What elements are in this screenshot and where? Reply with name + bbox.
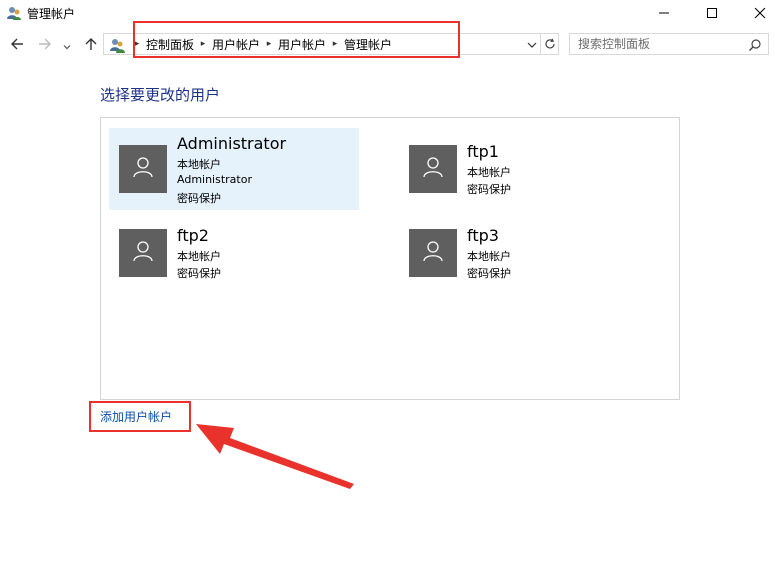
control-panel-users-icon	[108, 36, 126, 54]
user-icon	[131, 239, 155, 267]
user-name: Administrator	[177, 134, 287, 153]
user-name: ftp1	[467, 142, 499, 161]
maximize-button[interactable]	[689, 0, 735, 26]
arrow-right-icon	[38, 36, 52, 55]
user-icon	[421, 155, 445, 183]
user-list-panel: Administrator 本地帐户 Administrator 密码保护 ft…	[100, 117, 680, 400]
page-title: 选择要更改的用户	[100, 86, 221, 104]
close-icon	[754, 4, 766, 23]
search-input[interactable]	[578, 36, 738, 52]
user-type: 本地帐户	[467, 166, 511, 179]
user-tile-ftp2[interactable]: ftp2 本地帐户 密码保护	[109, 212, 359, 294]
search-icon[interactable]	[748, 37, 762, 51]
user-name: ftp2	[177, 226, 209, 245]
user-type: 本地帐户	[467, 250, 511, 263]
up-button[interactable]	[82, 36, 100, 54]
user-password-status: 密码保护	[467, 267, 511, 280]
user-tile-administrator[interactable]: Administrator 本地帐户 Administrator 密码保护	[109, 128, 359, 210]
user-icon	[131, 155, 155, 183]
back-button[interactable]	[8, 36, 26, 54]
refresh-button[interactable]	[540, 34, 558, 54]
user-type: 本地帐户	[177, 158, 221, 171]
user-icon	[421, 239, 445, 267]
avatar	[119, 229, 167, 277]
arrow-left-icon	[10, 36, 24, 55]
user-tile-ftp1[interactable]: ftp1 本地帐户 密码保护	[399, 128, 649, 210]
user-password-status: 密码保护	[467, 183, 511, 196]
recent-locations-button[interactable]	[61, 36, 73, 54]
annotation-arrow-icon	[196, 424, 354, 489]
minimize-icon	[658, 4, 670, 23]
user-accounts-icon	[6, 5, 22, 21]
search-box[interactable]	[569, 33, 769, 55]
user-group: Administrator	[177, 173, 252, 186]
annotation-highlight-add-user	[89, 401, 191, 432]
chevron-down-icon	[527, 35, 537, 54]
arrow-up-icon	[84, 36, 98, 55]
minimize-button[interactable]	[641, 0, 687, 26]
user-name: ftp3	[467, 226, 499, 245]
address-dropdown-button[interactable]	[524, 35, 540, 53]
maximize-icon	[706, 4, 718, 23]
avatar	[119, 145, 167, 193]
user-password-status: 密码保护	[177, 192, 221, 205]
window-title: 管理帐户	[27, 7, 76, 21]
user-type: 本地帐户	[177, 250, 221, 263]
avatar	[409, 145, 457, 193]
forward-button[interactable]	[36, 36, 54, 54]
avatar	[409, 229, 457, 277]
user-password-status: 密码保护	[177, 267, 221, 280]
close-button[interactable]	[737, 0, 779, 26]
annotation-highlight-breadcrumb	[133, 21, 460, 58]
refresh-icon	[544, 35, 556, 54]
chevron-down-icon	[63, 36, 71, 55]
user-tile-ftp3[interactable]: ftp3 本地帐户 密码保护	[399, 212, 649, 294]
